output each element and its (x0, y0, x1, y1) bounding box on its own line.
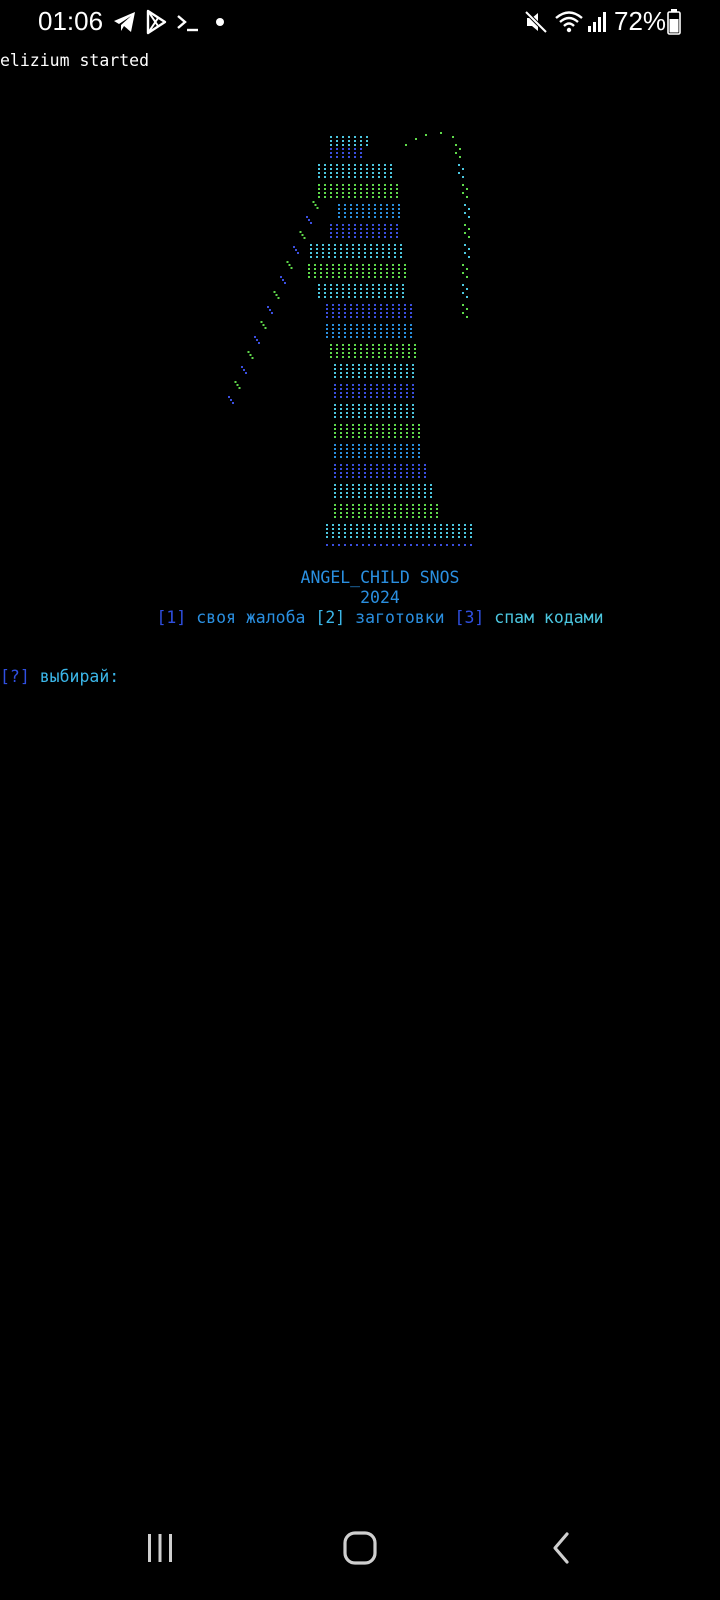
prompt-key: [?] (0, 667, 30, 686)
back-button[interactable] (532, 1526, 592, 1570)
menu-options: [1] своя жалоба [2] заготовки [3] спам к… (0, 608, 720, 627)
ascii-art-row (334, 424, 420, 438)
clock: 01:06 (38, 6, 104, 36)
play-store-icon (146, 9, 167, 35)
back-icon (553, 1532, 569, 1564)
ascii-art-row (326, 544, 472, 546)
option-2-key: [2] (315, 608, 346, 627)
ascii-art-row (318, 184, 398, 198)
prompt-label: выбирай: (39, 667, 120, 686)
ascii-art-row (318, 284, 404, 298)
mute-icon (524, 10, 548, 34)
app-title: ANGEL_CHILD SNOS (300, 568, 460, 587)
recent-apps-button[interactable] (130, 1526, 190, 1570)
ascii-art-head (330, 136, 368, 146)
ascii-art-row (334, 464, 426, 478)
ascii-art-row (330, 344, 416, 358)
option-2-label: заготовки (355, 608, 445, 627)
ascii-art-row (318, 164, 392, 178)
ascii-art-row (334, 404, 414, 418)
ascii-art-row (326, 324, 412, 338)
option-1-key: [1] (156, 608, 187, 627)
ascii-art-row (330, 144, 362, 158)
ascii-art-row (334, 484, 432, 498)
battery-icon (667, 9, 681, 35)
home-button[interactable] (330, 1526, 390, 1570)
ascii-art-figure (228, 132, 472, 546)
app-year: 2024 (360, 588, 400, 607)
ascii-art-row (334, 364, 414, 378)
ascii-art-row (338, 204, 400, 218)
ascii-art-row (334, 444, 420, 458)
wifi-icon (555, 11, 583, 33)
input-prompt[interactable]: [?] выбирай: (0, 667, 119, 686)
navigation-bar (0, 1496, 720, 1600)
dot-icon (216, 18, 224, 26)
ascii-art-row (334, 504, 438, 518)
ascii-art-scythe-pole (228, 201, 319, 404)
recent-apps-icon (148, 1534, 172, 1562)
battery-percent: 72% (614, 6, 667, 36)
ascii-art-row (308, 264, 406, 278)
terminal-output[interactable]: elizium started ANGEL_CHILD SNOS 2024 [1… (0, 46, 720, 1496)
option-3-key: [3] (454, 608, 485, 627)
home-icon (343, 1531, 377, 1565)
telegram-icon (114, 12, 135, 32)
option-3-label: спам кодами (494, 608, 604, 627)
terminal-icon (177, 15, 198, 32)
status-bar: 01:06 72% (0, 0, 720, 46)
signal-icon (588, 12, 606, 32)
ascii-art-row (330, 224, 398, 238)
ascii-art-row (326, 304, 412, 318)
started-line: elizium started (0, 51, 150, 70)
ascii-art-row (326, 524, 472, 538)
option-1-label: своя жалоба (196, 608, 306, 627)
ascii-art-row (334, 384, 414, 398)
ascii-art-scythe-blade (405, 132, 470, 318)
ascii-art-row (310, 244, 402, 258)
